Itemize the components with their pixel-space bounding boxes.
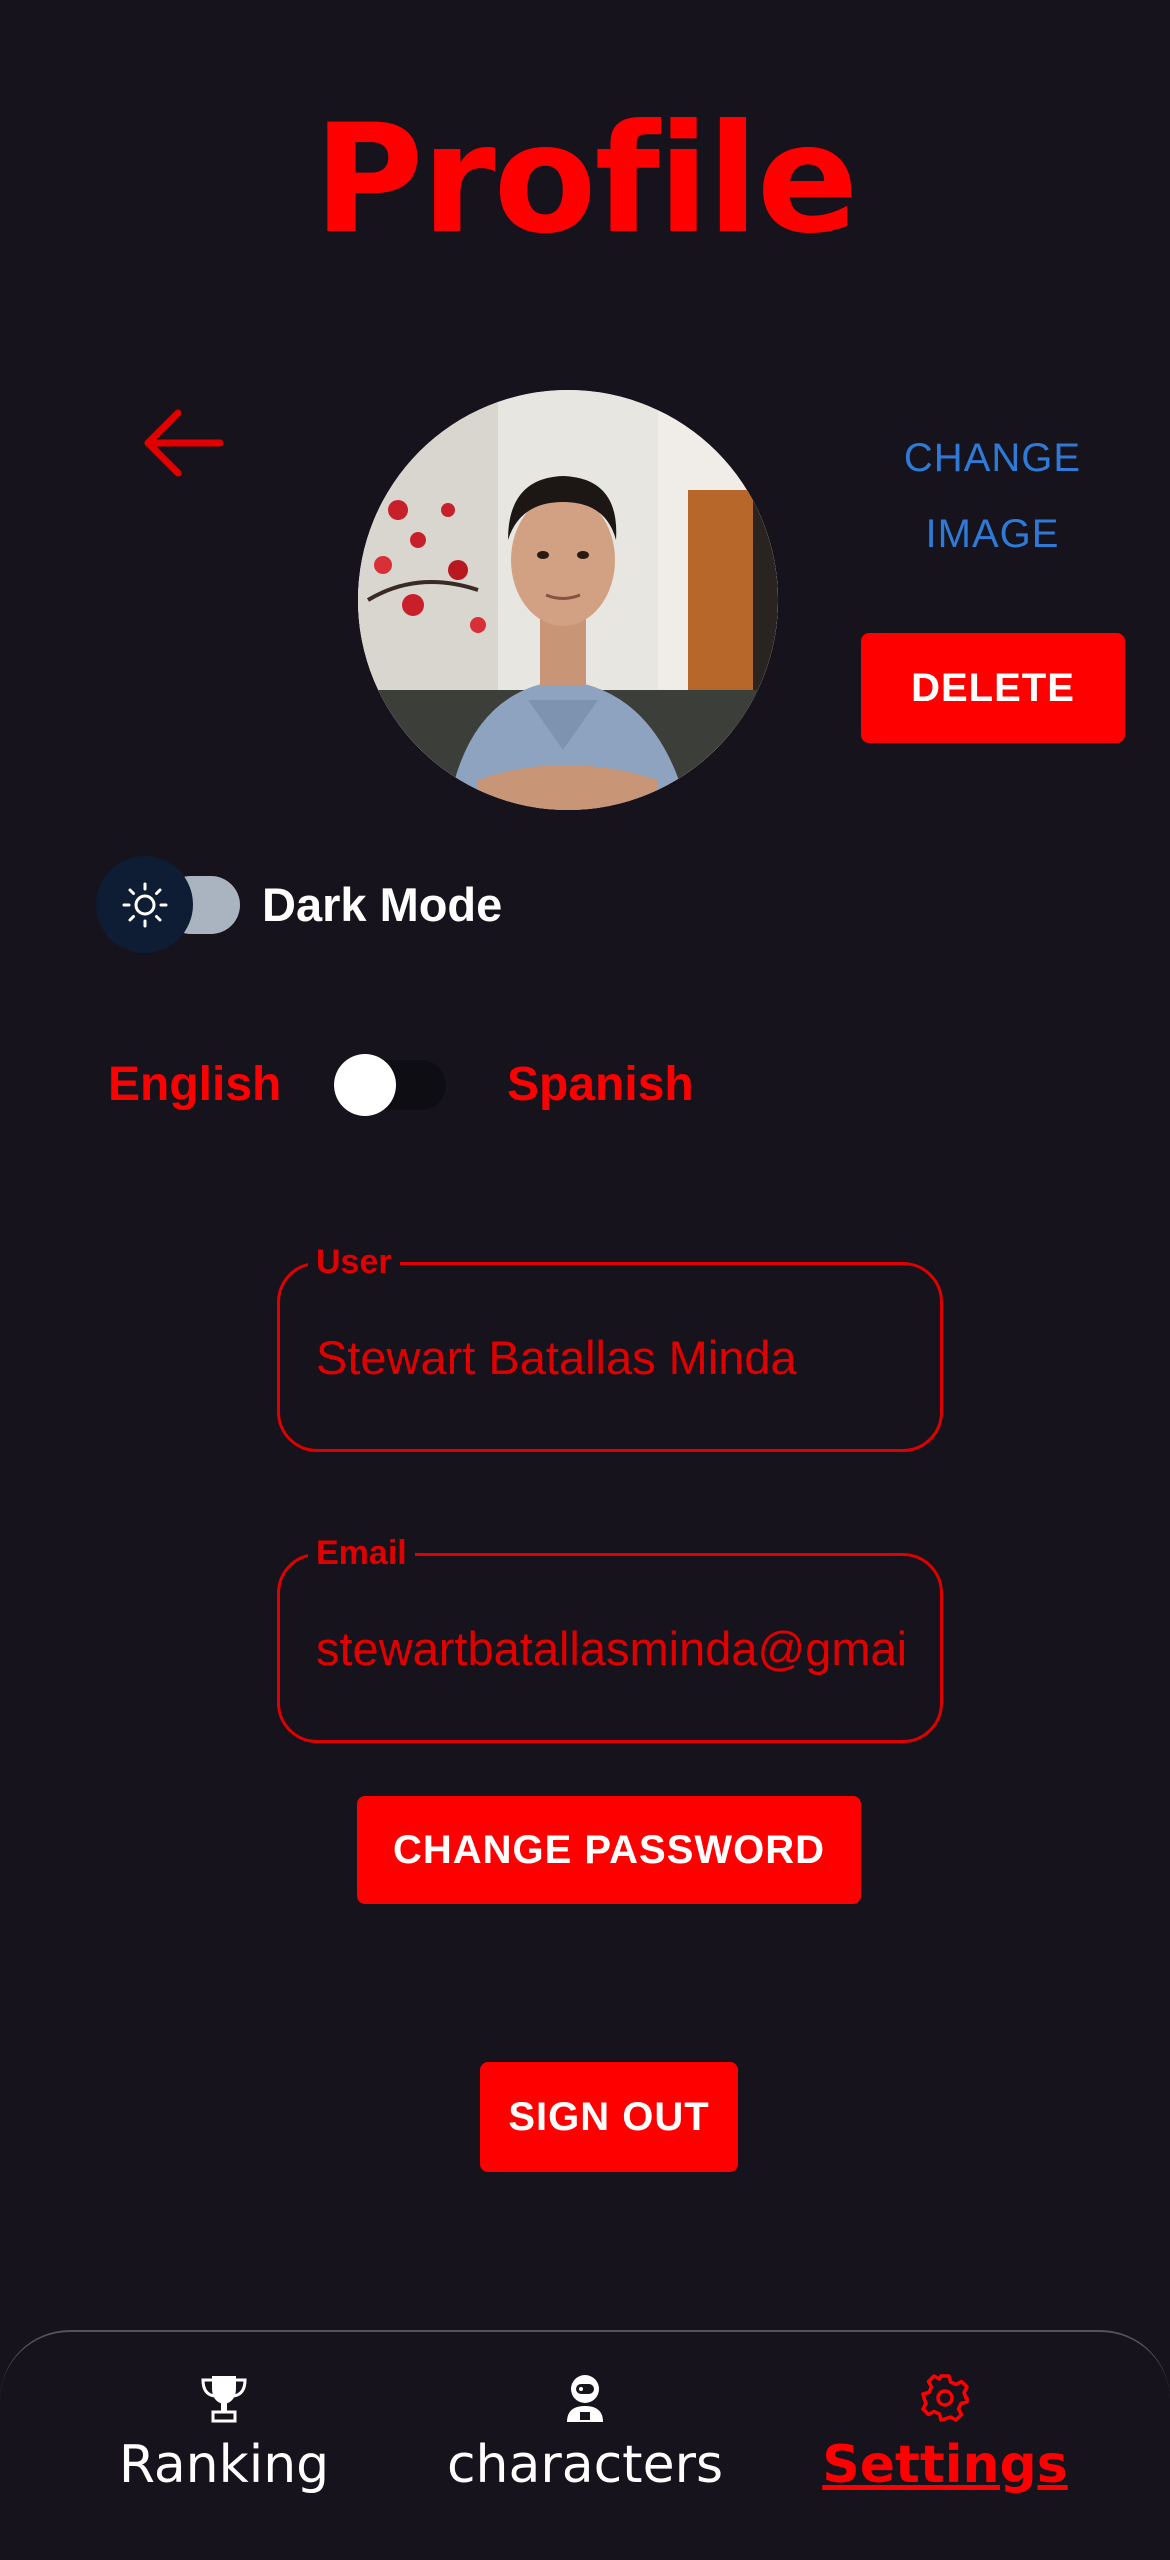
language-toggle[interactable] <box>334 1054 396 1116</box>
language-english-label: English <box>108 1058 282 1111</box>
gear-icon <box>921 2374 969 2422</box>
avatar <box>358 390 778 810</box>
page-title: Profile <box>313 93 859 267</box>
user-input[interactable] <box>316 1322 906 1392</box>
change-image-label-line2: IMAGE <box>925 512 1060 556</box>
email-field-label: Email <box>308 1533 415 1573</box>
email-input[interactable] <box>316 1613 906 1683</box>
nav-label-characters: characters <box>446 2435 724 2495</box>
user-field-label: User <box>308 1242 400 1282</box>
nav-item-characters[interactable]: characters <box>435 2372 735 2500</box>
nav-item-ranking[interactable]: Ranking <box>74 2372 374 2500</box>
change-image-label-line1: CHANGE <box>903 436 1082 480</box>
dark-mode-toggle[interactable] <box>96 856 193 953</box>
trophy-icon <box>201 2376 247 2423</box>
astronaut-icon <box>567 2375 603 2422</box>
nav-label-settings: Settings <box>822 2435 1068 2495</box>
nav-label-ranking: Ranking <box>118 2435 330 2495</box>
change-image-button[interactable]: CHANGE IMAGE <box>860 420 1125 572</box>
nav-item-settings[interactable]: Settings <box>795 2372 1095 2500</box>
language-spanish-label: Spanish <box>507 1058 694 1111</box>
dark-mode-label: Dark Mode <box>262 878 503 931</box>
sun-icon <box>122 882 167 927</box>
sign-out-button[interactable]: SIGN OUT <box>480 2062 738 2172</box>
change-password-button[interactable]: CHANGE PASSWORD <box>357 1796 861 1904</box>
back-arrow-icon[interactable] <box>138 398 228 488</box>
delete-image-button[interactable]: DELETE <box>861 633 1125 743</box>
